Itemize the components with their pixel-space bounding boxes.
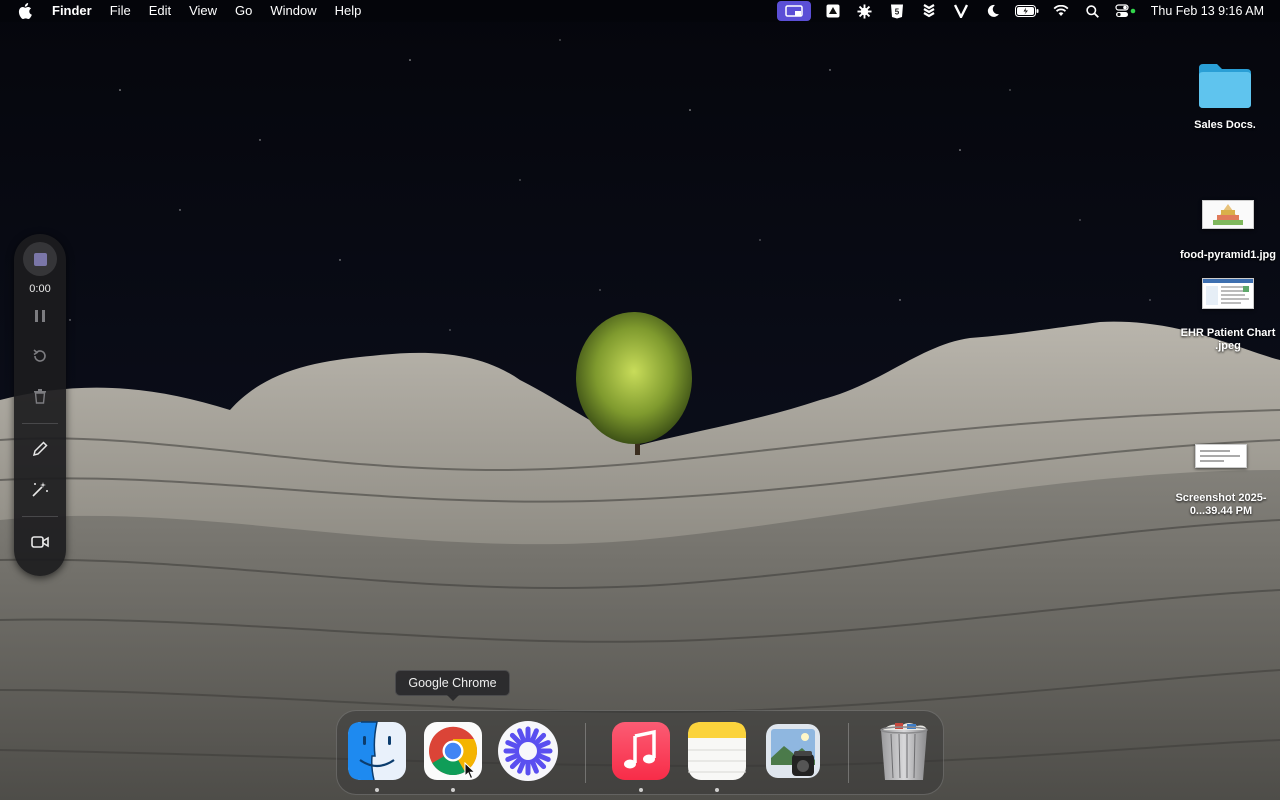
mouse-cursor-icon <box>464 762 476 780</box>
dock-perplexity[interactable] <box>497 720 559 782</box>
running-indicator <box>375 788 379 792</box>
folder-icon <box>1197 62 1253 115</box>
svg-text:5: 5 <box>895 7 900 16</box>
recording-toolbar: 0:00 <box>14 234 66 576</box>
restart-icon <box>33 349 46 362</box>
recording-timer: 0:00 <box>29 283 51 295</box>
desktop-icon-sales-docs[interactable]: Sales Docs. <box>1170 62 1280 132</box>
menu-edit[interactable]: Edit <box>140 0 180 22</box>
search-icon[interactable] <box>1082 0 1104 22</box>
notes-icon <box>688 722 746 780</box>
desktop-icon-label: food-pyramid1.jpg <box>1180 249 1276 261</box>
running-indicator <box>715 788 719 792</box>
draw-button[interactable] <box>25 434 55 464</box>
stop-recording-button[interactable] <box>23 242 57 276</box>
menu-go[interactable]: Go <box>226 0 261 22</box>
running-indicator <box>451 788 455 792</box>
dock-preview[interactable] <box>762 720 824 782</box>
apple-icon[interactable] <box>18 3 32 19</box>
menubar-clock[interactable]: Thu Feb 13 9:16 AM <box>1151 4 1264 18</box>
effects-button[interactable] <box>25 474 55 504</box>
menu-help[interactable]: Help <box>326 0 371 22</box>
menu-bar: Finder File Edit View Go Window Help 5 T… <box>0 0 1280 22</box>
restart-button[interactable] <box>25 341 55 371</box>
battery-icon[interactable] <box>1014 0 1040 22</box>
delete-button[interactable] <box>25 381 55 411</box>
stop-icon <box>33 252 47 266</box>
dock <box>336 710 944 795</box>
preview-icon <box>766 724 820 778</box>
music-icon <box>612 722 670 780</box>
dock-music[interactable] <box>610 720 672 792</box>
gear-icon[interactable] <box>854 0 876 22</box>
toolbar-divider <box>22 516 58 517</box>
finder-icon <box>348 721 406 781</box>
dropbox-icon[interactable] <box>918 0 940 22</box>
running-indicator <box>639 788 643 792</box>
dock-google-chrome[interactable] <box>422 720 484 792</box>
pause-icon <box>35 310 45 322</box>
toolbar-divider <box>22 423 58 424</box>
desktop-wallpaper <box>0 0 1280 800</box>
menu-view[interactable]: View <box>180 0 226 22</box>
camera-button[interactable] <box>25 527 55 557</box>
dock-tooltip: Google Chrome <box>395 670 510 701</box>
html5-icon[interactable]: 5 <box>886 0 908 22</box>
drive-icon[interactable] <box>822 0 844 22</box>
trash-full-icon <box>880 723 928 780</box>
dock-finder[interactable] <box>346 720 408 792</box>
image-thumbnail <box>1195 444 1247 468</box>
perplexity-icon <box>498 721 558 781</box>
vectorworks-icon[interactable] <box>950 0 972 22</box>
image-thumbnail <box>1202 200 1254 229</box>
pause-button[interactable] <box>25 301 55 331</box>
trash-icon <box>34 389 46 404</box>
desktop-icon-ehr-chart[interactable]: EHR Patient Chart .jpeg <box>1173 278 1280 353</box>
dock-trash[interactable] <box>873 720 935 782</box>
desktop-icon-label: Screenshot 2025-0...39.44 PM <box>1175 492 1267 517</box>
dock-divider <box>848 723 849 783</box>
menu-window[interactable]: Window <box>261 0 325 22</box>
desktop-icon-food-pyramid[interactable]: food-pyramid1.jpg <box>1173 200 1280 262</box>
control-center-icon[interactable] <box>1114 0 1138 22</box>
menu-file[interactable]: File <box>101 0 140 22</box>
desktop-icon-label: EHR Patient Chart .jpeg <box>1180 327 1276 352</box>
desktop-icon-label: Sales Docs. <box>1194 119 1256 131</box>
wifi-icon[interactable] <box>1050 0 1072 22</box>
menu-app-name[interactable]: Finder <box>48 0 101 22</box>
screen-share-icon[interactable] <box>776 1 811 21</box>
desktop-icon-screenshot[interactable]: Screenshot 2025-0...39.44 PM <box>1166 444 1276 518</box>
pen-icon <box>32 441 48 457</box>
moon-icon[interactable] <box>982 0 1004 22</box>
image-thumbnail <box>1202 278 1254 309</box>
camera-icon <box>31 536 49 548</box>
magic-wand-icon <box>32 482 48 497</box>
dock-notes[interactable] <box>686 720 748 792</box>
dock-divider <box>585 723 586 783</box>
